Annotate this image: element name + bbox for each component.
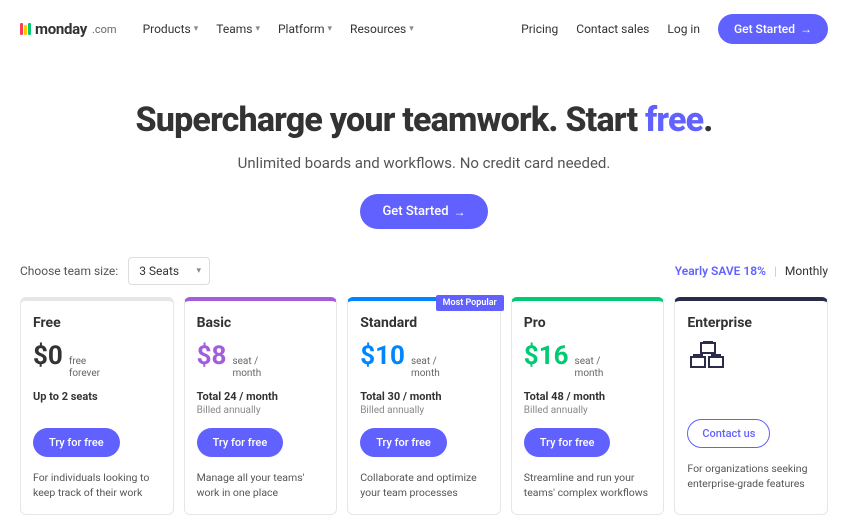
plan-price: $0 <box>33 341 63 371</box>
plan-billed: Billed annually <box>360 405 488 416</box>
try-free-button[interactable]: Try for free <box>33 428 120 457</box>
billing-toggle: Yearly SAVE 18% | Monthly <box>675 264 828 278</box>
plan-standard: Most Popular Standard $10seat /month Tot… <box>347 297 501 515</box>
plan-billed: Billed annually <box>524 405 652 416</box>
plan-unit: seat /month <box>575 356 604 380</box>
chevron-down-icon: ▾ <box>409 24 414 34</box>
try-free-button[interactable]: Try for free <box>524 428 611 457</box>
plan-total: Total 24 / month <box>197 390 325 403</box>
plan-total: Total 30 / month <box>360 390 488 403</box>
billing-monthly[interactable]: Monthly <box>785 264 828 278</box>
plan-controls: Choose team size: 3 Seats▾ Yearly SAVE 1… <box>20 257 828 285</box>
arrow-right-icon: → <box>800 22 812 36</box>
building-blocks-icon <box>687 341 815 377</box>
main-nav: Products▾ Teams▾ Platform▾ Resources▾ <box>143 22 414 36</box>
logo-text: monday <box>35 20 87 38</box>
team-size-label: Choose team size: <box>20 264 118 278</box>
get-started-button[interactable]: Get Started→ <box>718 14 828 44</box>
login-link[interactable]: Log in <box>667 22 700 36</box>
plan-pro: Pro $16seat /month Total 48 / month Bill… <box>511 297 665 515</box>
pricing-link[interactable]: Pricing <box>521 22 558 36</box>
chevron-down-icon: ▾ <box>197 266 202 276</box>
try-free-button[interactable]: Try for free <box>360 428 447 457</box>
plan-billed: Billed annually <box>197 405 325 416</box>
pricing-plans: Free $0freeforever Up to 2 seats Try for… <box>0 297 848 515</box>
plan-desc: Streamline and run your teams' complex w… <box>524 471 652 500</box>
plan-unit: seat /month <box>232 356 261 380</box>
hero-get-started-button[interactable]: Get Started→ <box>360 194 487 229</box>
plan-total: Total 48 / month <box>524 390 652 403</box>
nav-products[interactable]: Products▾ <box>143 22 199 36</box>
chevron-down-icon: ▾ <box>328 24 333 34</box>
header-right: Pricing Contact sales Log in Get Started… <box>521 14 828 44</box>
header: monday .com Products▾ Teams▾ Platform▾ Re… <box>0 0 848 58</box>
plan-seats: Up to 2 seats <box>33 390 161 403</box>
try-free-button[interactable]: Try for free <box>197 428 284 457</box>
plan-unit: freeforever <box>69 356 100 380</box>
hero-headline: Supercharge your teamwork. Start free. <box>0 100 848 140</box>
chevron-down-icon: ▾ <box>194 24 199 34</box>
arrow-right-icon: → <box>454 205 466 219</box>
plan-unit: seat /month <box>411 356 440 380</box>
chevron-down-icon: ▾ <box>255 24 260 34</box>
hero: Supercharge your teamwork. Start free. U… <box>0 100 848 229</box>
plan-price: $8 <box>197 341 227 371</box>
plan-name: Standard <box>360 315 488 331</box>
plan-price: $16 <box>524 341 569 371</box>
plan-desc: For organizations seeking enterprise-gra… <box>687 462 815 491</box>
plan-name: Free <box>33 315 161 331</box>
nav-platform[interactable]: Platform▾ <box>278 22 332 36</box>
nav-resources[interactable]: Resources▾ <box>350 22 414 36</box>
contact-sales-link[interactable]: Contact sales <box>576 22 649 36</box>
plan-name: Enterprise <box>687 315 815 331</box>
plan-desc: Collaborate and optimize your team proce… <box>360 471 488 500</box>
logo-suffix: .com <box>92 23 117 36</box>
plan-name: Basic <box>197 315 325 331</box>
most-popular-badge: Most Popular <box>436 295 504 311</box>
contact-us-button[interactable]: Contact us <box>687 419 770 448</box>
plan-enterprise: Enterprise Contact us For organizations … <box>674 297 828 515</box>
nav-teams[interactable]: Teams▾ <box>216 22 260 36</box>
team-size-select[interactable]: 3 Seats▾ <box>128 257 210 285</box>
plan-desc: For individuals looking to keep track of… <box>33 471 161 500</box>
plan-basic: Basic $8seat /month Total 24 / month Bil… <box>184 297 338 515</box>
plan-name: Pro <box>524 315 652 331</box>
hero-sub: Unlimited boards and workflows. No credi… <box>0 154 848 172</box>
billing-yearly[interactable]: Yearly SAVE 18% <box>675 264 766 278</box>
plan-desc: Manage all your teams' work in one place <box>197 471 325 500</box>
plan-price: $10 <box>360 341 405 371</box>
logo-icon <box>20 23 31 35</box>
logo[interactable]: monday .com <box>20 20 117 38</box>
plan-free: Free $0freeforever Up to 2 seats Try for… <box>20 297 174 515</box>
